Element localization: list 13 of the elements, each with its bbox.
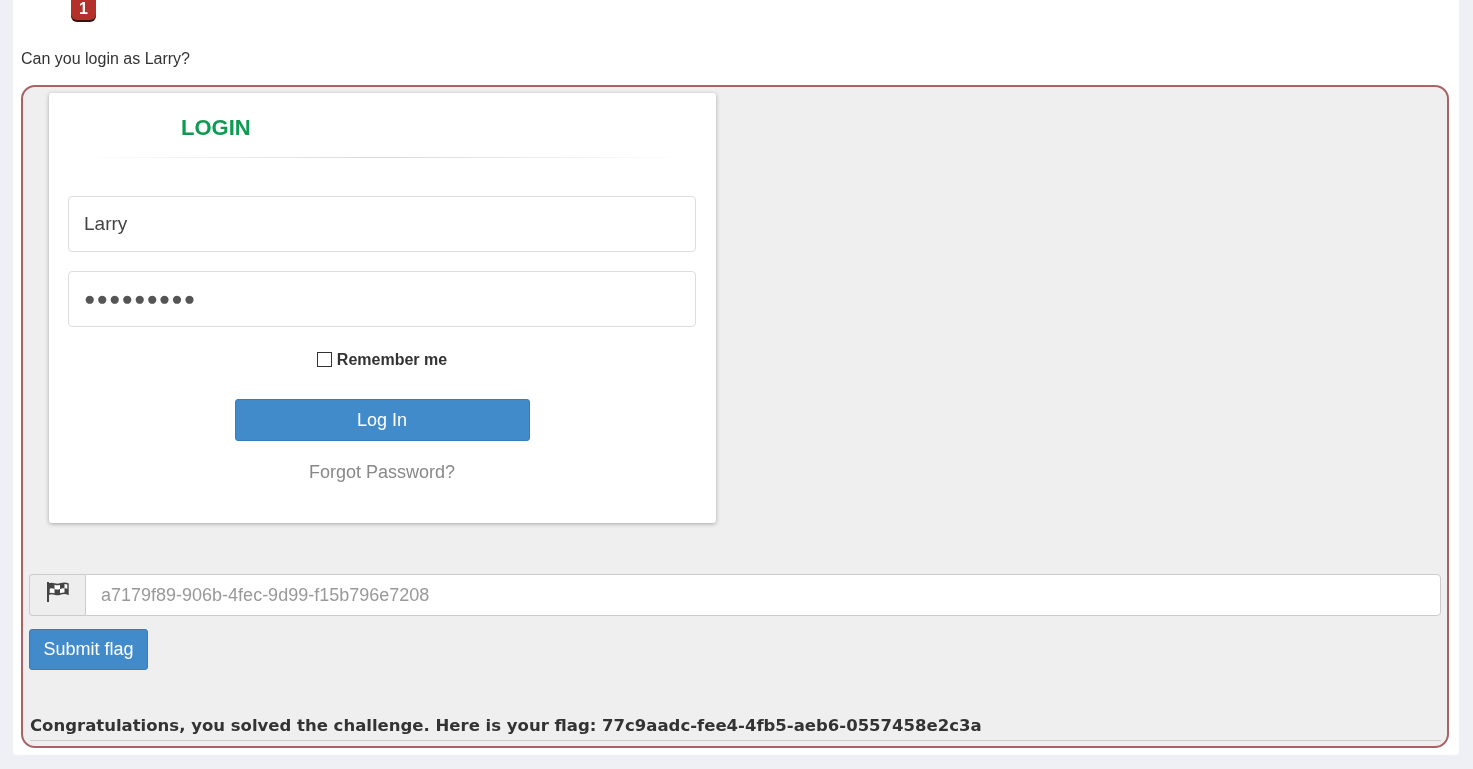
forgot-password-link[interactable]: Forgot Password?	[308, 461, 456, 483]
checkered-flag-icon	[45, 582, 70, 602]
remember-me-label[interactable]: Remember me	[336, 350, 448, 370]
login-title: LOGIN	[181, 114, 251, 142]
challenge-prompt: Can you login as Larry?	[21, 49, 190, 69]
submit-flag-button[interactable]: Submit flag	[29, 629, 148, 670]
success-message: Congratulations, you solved the challenge. Here is your flag: 77c9aadc-fee4-4fb5-aeb6-0557458e2c3a	[30, 715, 982, 737]
login-button[interactable]: Log In	[234, 399, 530, 441]
notification-badge: 1	[71, 0, 96, 20]
flag-input[interactable]: a7179f89-906b-4fec-9d99-f15b796e7208	[85, 574, 1441, 616]
remember-checkbox[interactable]	[316, 351, 332, 367]
password-field[interactable]: ●●●●●●●●●	[68, 271, 696, 327]
username-field[interactable]: Larry	[68, 196, 696, 252]
